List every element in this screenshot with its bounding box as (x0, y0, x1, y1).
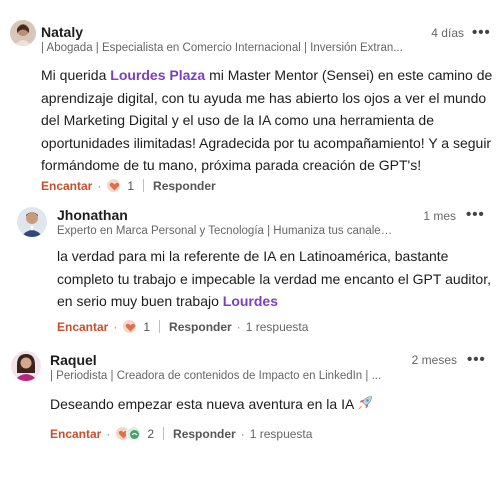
reaction-count[interactable]: 1 (143, 320, 150, 334)
author-name[interactable]: Jhonathan (57, 207, 128, 223)
avatar-photo-icon (10, 20, 36, 46)
mention-link[interactable]: Lourdes Plaza (110, 67, 205, 83)
reply-button[interactable]: Responder (153, 179, 216, 193)
author-name[interactable]: Raquel (50, 352, 97, 368)
timestamp: 2 meses (411, 353, 457, 367)
more-options-icon[interactable]: ••• (472, 25, 491, 40)
divider (159, 320, 161, 333)
avatar-nataly[interactable] (10, 20, 36, 46)
divider (143, 179, 145, 192)
heart-icon[interactable] (106, 178, 122, 193)
react-button[interactable]: Encantar (50, 427, 101, 441)
reply-button[interactable]: Responder (169, 320, 232, 334)
comment-text: Mi querida Lourdes Plaza mi Master Mento… (41, 64, 496, 177)
avatar-photo-icon (11, 351, 41, 381)
comment-text: la verdad para mi la referente de IA en … (57, 245, 492, 313)
more-options-icon[interactable]: ••• (466, 207, 485, 222)
replies-count-link[interactable]: 1 respuesta (246, 320, 309, 334)
separator-dot: · (97, 178, 102, 193)
divider (163, 427, 165, 440)
reaction-count[interactable]: 1 (127, 179, 134, 193)
rocket-icon (357, 395, 373, 418)
timestamp: 1 mes (423, 209, 456, 223)
support-icon[interactable] (126, 426, 142, 441)
reaction-count[interactable]: 2 (147, 427, 154, 441)
author-name[interactable]: Nataly (41, 24, 83, 40)
timestamp: 4 días (431, 26, 464, 40)
text-segment: Deseando empezar esta nueva aventura en … (50, 396, 354, 412)
comment-actions: Encantar · 1 Responder · 1 respuesta (57, 319, 308, 334)
heart-icon[interactable] (122, 319, 138, 334)
separator-dot: · (236, 319, 241, 334)
comment-actions: Encantar · 2 Responder · 1 respuesta (50, 426, 312, 441)
separator-dot: · (240, 426, 245, 441)
text-segment: Mi querida (41, 67, 111, 83)
author-headline: | Abogada | Especialista en Comercio Int… (41, 42, 403, 54)
replies-count-link[interactable]: 1 respuesta (250, 427, 313, 441)
separator-dot: · (106, 426, 111, 441)
reply-button[interactable]: Responder (173, 427, 236, 441)
comment-text: Deseando empezar esta nueva aventura en … (50, 393, 490, 418)
avatar-jhonathan[interactable] (17, 207, 47, 237)
react-button[interactable]: Encantar (57, 320, 108, 334)
separator-dot: · (113, 319, 118, 334)
author-headline: Experto en Marca Personal y Tecnología |… (57, 225, 397, 237)
author-headline: | Periodista | Creadora de contenidos de… (50, 370, 382, 382)
mention-link[interactable]: Lourdes (223, 293, 278, 309)
react-button[interactable]: Encantar (41, 179, 92, 193)
avatar-photo-icon (17, 207, 47, 237)
avatar-raquel[interactable] (11, 351, 41, 381)
comment-actions: Encantar · 1 Responder (41, 178, 216, 193)
more-options-icon[interactable]: ••• (467, 352, 486, 367)
